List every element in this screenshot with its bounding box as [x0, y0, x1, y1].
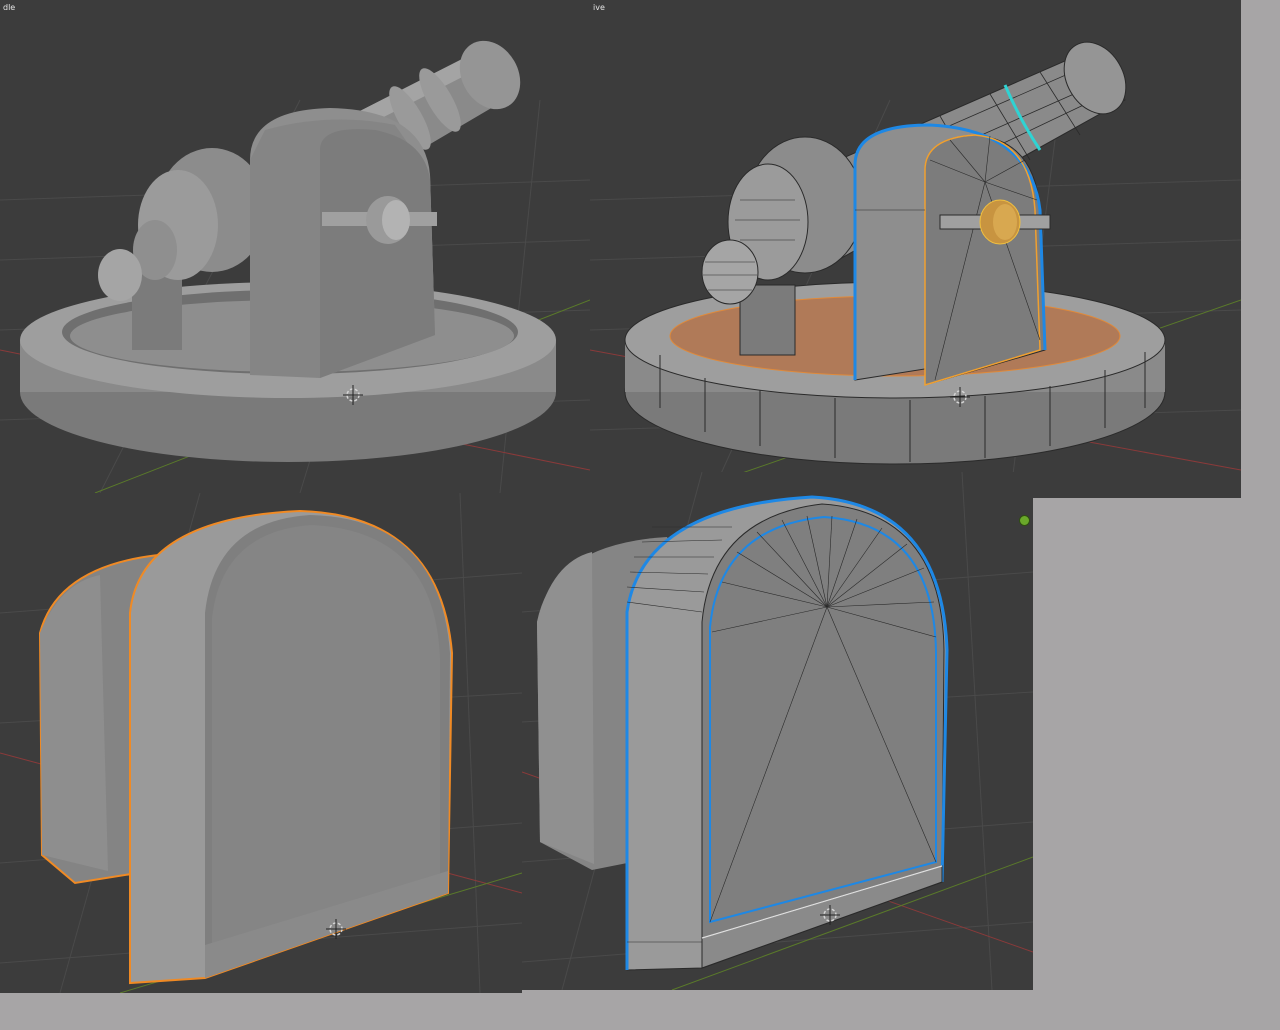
viewport-canvas	[0, 40, 590, 493]
cannon-breech-wireframe	[701, 136, 864, 305]
viewport-header-label: ive	[593, 3, 605, 12]
navigation-gizmo-icon[interactable]	[1019, 515, 1030, 526]
viewport-canvas	[522, 472, 1033, 990]
viewport-top-right[interactable]: ive	[590, 0, 1241, 498]
viewport-bottom-left[interactable]	[0, 493, 522, 993]
cannon-cheek	[250, 108, 435, 378]
viewport-header-label: dle	[3, 3, 16, 12]
cheek-mesh-selected	[38, 509, 454, 985]
cheek-mesh-wireframe	[537, 495, 949, 971]
viewport-bottom-right[interactable]	[522, 472, 1033, 990]
viewport-canvas	[0, 493, 522, 993]
cannon-cheek-wireframe	[853, 123, 1047, 387]
viewport-canvas	[590, 41, 1241, 498]
viewport-top-left[interactable]: dle	[0, 0, 590, 493]
cannon-breech	[98, 148, 267, 301]
